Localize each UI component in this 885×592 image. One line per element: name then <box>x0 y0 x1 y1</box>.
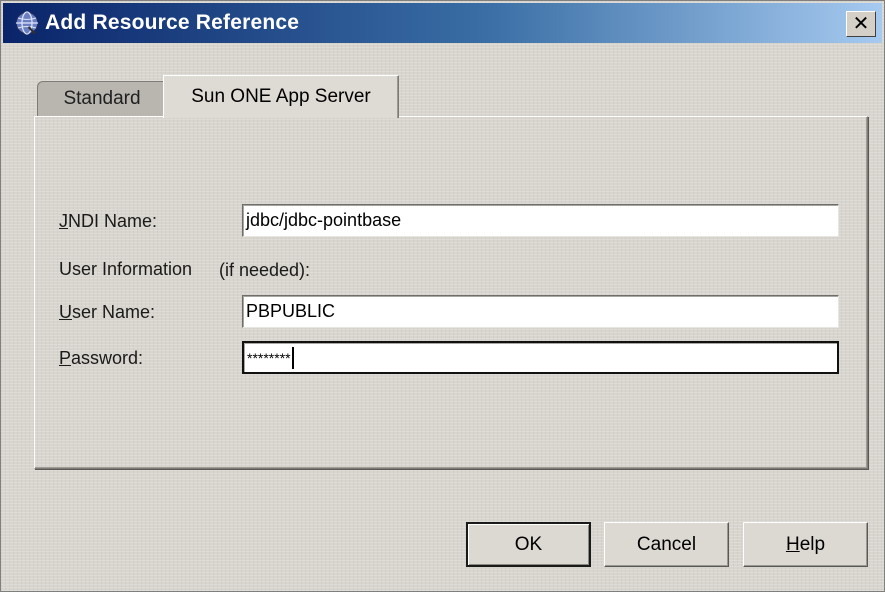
password-label-text: assword: <box>71 348 144 368</box>
help-button[interactable]: Help <box>743 522 868 567</box>
cancel-button[interactable]: Cancel <box>604 522 729 567</box>
tab-standard[interactable]: Standard <box>37 81 167 116</box>
window-title: Add Resource Reference <box>45 11 300 34</box>
globe-app-icon <box>13 9 41 37</box>
cancel-button-label: Cancel <box>636 533 697 555</box>
password-value: ******** <box>247 349 291 366</box>
user-information-hint: (if needed): <box>219 260 311 280</box>
help-button-label-text: elp <box>799 533 826 555</box>
user-information-label: User Information <box>59 259 193 279</box>
ok-button-label: OK <box>514 533 543 555</box>
tab-sun-one-app-server-label: Sun ONE App Server <box>191 86 371 107</box>
user-name-label: User Name: <box>59 302 155 323</box>
close-icon: ✕ <box>852 13 870 35</box>
user-name-label-text: ser Name: <box>72 302 156 322</box>
jndi-name-field[interactable]: jdbc/jdbc-pointbase <box>242 204 839 237</box>
jndi-name-mnemonic: J <box>59 211 68 231</box>
tab-sun-one-app-server[interactable]: Sun ONE App Server <box>163 75 399 118</box>
jndi-name-label: JNDI Name: <box>59 211 157 232</box>
close-button[interactable]: ✕ <box>846 11 876 37</box>
password-mnemonic: P <box>59 348 72 368</box>
jndi-name-value: jdbc/jdbc-pointbase <box>246 210 402 230</box>
jndi-name-label-text: NDI Name: <box>68 211 158 231</box>
help-button-label: Help <box>786 534 825 556</box>
text-caret <box>291 346 294 369</box>
help-mnemonic: H <box>785 533 800 555</box>
user-name-mnemonic: U <box>59 302 72 322</box>
tab-content-panel <box>34 116 868 469</box>
user-name-value: PBPUBLIC <box>246 301 336 321</box>
password-field[interactable]: ******** <box>242 341 839 374</box>
password-label: Password: <box>59 348 143 369</box>
add-resource-reference-dialog: Add Resource Reference ✕ Standard Sun ON… <box>0 0 885 592</box>
tab-standard-label: Standard <box>63 88 141 109</box>
user-name-field[interactable]: PBPUBLIC <box>242 295 839 328</box>
title-bar[interactable]: Add Resource Reference ✕ <box>3 3 882 43</box>
ok-button[interactable]: OK <box>466 522 591 567</box>
